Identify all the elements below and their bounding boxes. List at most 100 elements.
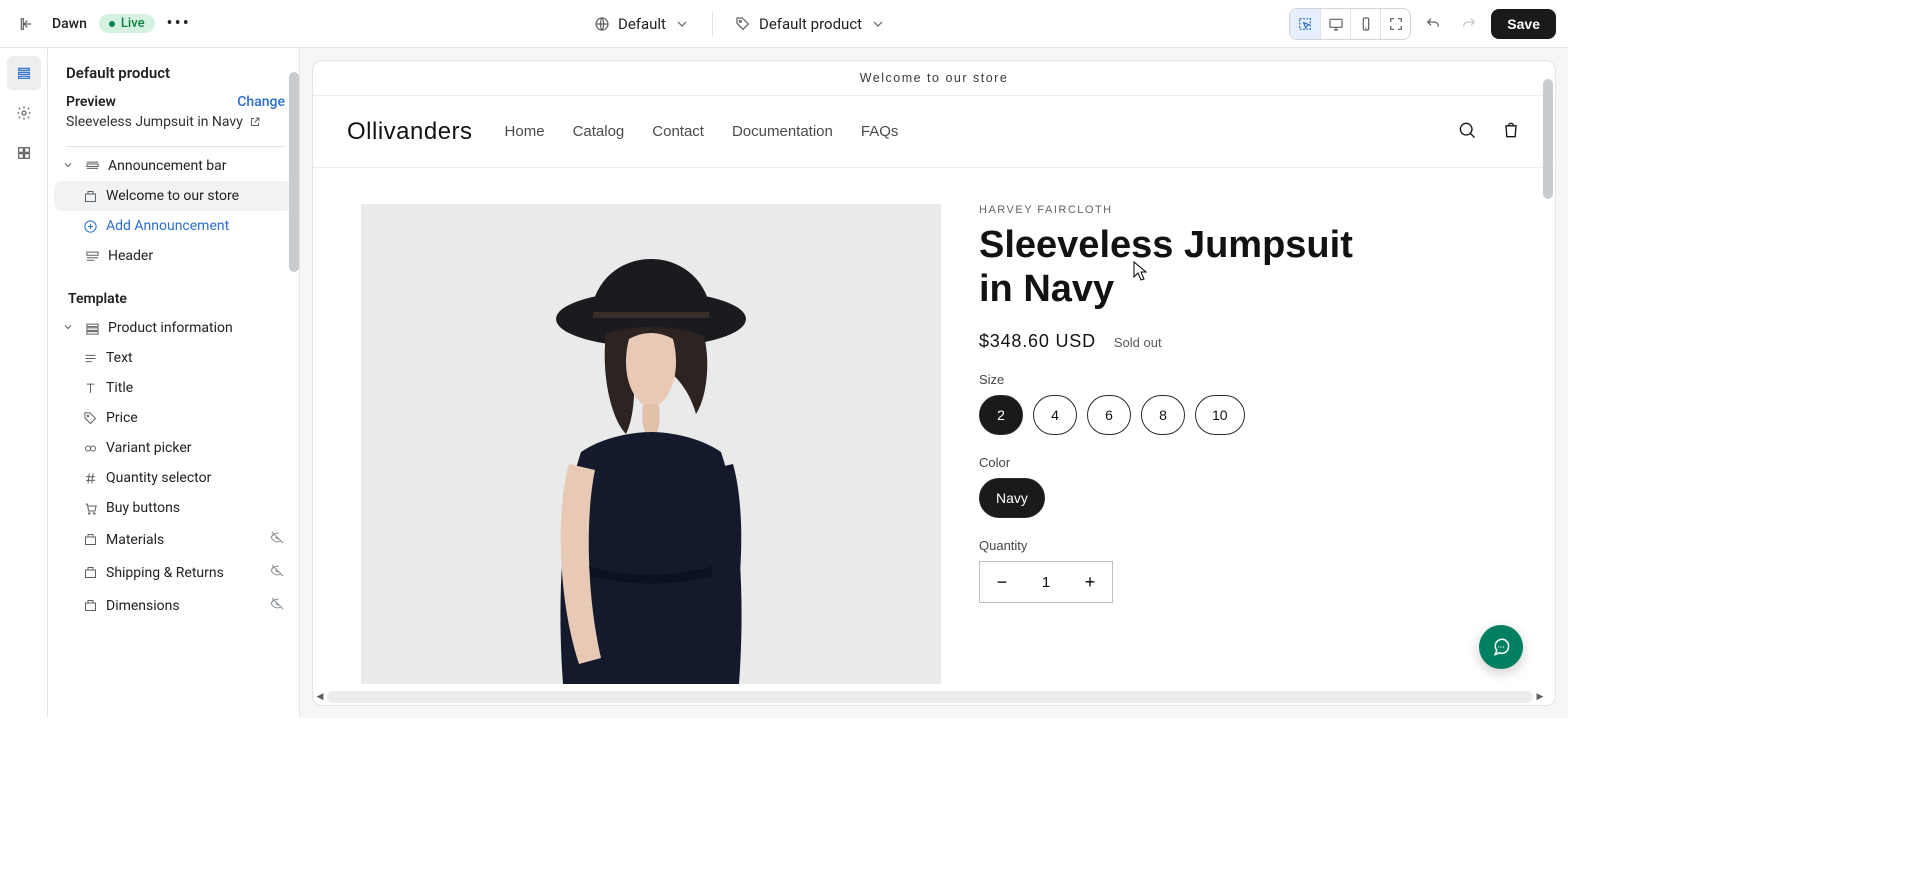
scrollbar-thumb[interactable] [1543,79,1553,199]
chevron-down-icon [870,16,886,32]
exit-icon[interactable] [12,10,40,38]
size-option-4[interactable]: 4 [1033,395,1077,435]
quantity-decrement[interactable]: − [980,562,1024,602]
locale-picker[interactable]: Default [588,11,696,37]
block-materials[interactable]: Materials [54,523,293,556]
preview-product-name: Sleeveless Jumpsuit in Navy [66,114,243,130]
block-variant-picker[interactable]: Variant picker [54,433,293,463]
section-icon [84,158,100,174]
template-group-label: Template [48,281,299,313]
quantity-label: Quantity [979,538,1359,553]
block-label: Shipping & Returns [106,565,224,581]
left-rail [0,48,48,718]
section-label: Announcement bar [108,158,227,174]
chat-fab[interactable] [1479,625,1523,669]
preview-frame: Welcome to our store Ollivanders Home Ca… [312,60,1556,706]
mobile-icon[interactable] [1350,9,1380,39]
section-tree: Announcement bar Welcome to our store Ad… [48,151,299,281]
scrollbar-track[interactable] [327,691,1533,703]
nav-faqs[interactable]: FAQs [861,123,899,140]
theme-name: Dawn [52,16,87,32]
size-label: Size [979,372,1359,387]
color-option-navy[interactable]: Navy [979,478,1045,518]
block-label: Text [106,350,133,366]
size-option-6[interactable]: 6 [1087,395,1131,435]
price-icon [82,410,98,426]
cart-icon[interactable] [1501,120,1521,143]
product-title: Sleeveless Jumpsuit in Navy [979,224,1359,311]
scroll-left-icon[interactable]: ◀ [315,691,325,703]
sections-tab-icon[interactable] [7,56,41,90]
product-section: HARVEY FAIRCLOTH Sleeveless Jumpsuit in … [313,168,1555,684]
app-embeds-icon[interactable] [7,136,41,170]
hash-icon [82,470,98,486]
store-header: Ollivanders Home Catalog Contact Documen… [313,96,1555,168]
search-icon[interactable] [1457,120,1477,143]
chevron-down-icon [62,321,76,335]
undo-icon[interactable] [1419,10,1447,38]
block-price[interactable]: Price [54,403,293,433]
template-tree: Product information Text Title Price Var… [48,313,299,632]
fullscreen-icon[interactable] [1380,9,1410,39]
add-label: Add Announcement [106,218,229,234]
nav-home[interactable]: Home [505,123,545,140]
quantity-increment[interactable]: + [1068,562,1112,602]
color-options: Navy [979,478,1359,518]
block-label: Buy buttons [106,500,180,516]
divider [712,12,713,36]
block-buy-buttons[interactable]: Buy buttons [54,493,293,523]
add-announcement-button[interactable]: Add Announcement [54,211,293,241]
section-announcement-bar[interactable]: Announcement bar [54,151,293,181]
nav-documentation[interactable]: Documentation [732,123,833,140]
size-option-2[interactable]: 2 [979,395,1023,435]
cart-icon [82,500,98,516]
plus-circle-icon [82,218,98,234]
theme-settings-icon[interactable] [7,96,41,130]
variant-icon [82,440,98,456]
resource-picker[interactable]: Default product [729,11,892,37]
block-label: Title [106,380,133,396]
block-label: Variant picker [106,440,191,456]
save-button[interactable]: Save [1491,9,1556,39]
redo-icon[interactable] [1455,10,1483,38]
header-icon [84,248,100,264]
block-text[interactable]: Text [54,343,293,373]
viewport-switcher [1289,8,1411,40]
section-label: Product information [108,320,233,336]
block-title[interactable]: Title [54,373,293,403]
size-option-10[interactable]: 10 [1195,395,1245,435]
change-preview-link[interactable]: Change [237,94,285,110]
more-actions-icon[interactable]: ••• [167,13,191,34]
main-nav: Home Catalog Contact Documentation FAQs [505,123,899,140]
nav-contact[interactable]: Contact [652,123,704,140]
product-price: $348.60 USD [979,331,1096,352]
scroll-right-icon[interactable]: ▶ [1535,691,1545,703]
nav-catalog[interactable]: Catalog [573,123,625,140]
block-quantity-selector[interactable]: Quantity selector [54,463,293,493]
store-brand[interactable]: Ollivanders [347,118,473,146]
editor-main: Default product Preview Change Sleeveles… [0,48,1568,718]
size-option-8[interactable]: 8 [1141,395,1185,435]
section-header[interactable]: Header [54,241,293,271]
announcement-bar[interactable]: Welcome to our store [313,61,1555,96]
quantity-selector: − 1 + [979,561,1113,603]
scrollbar-thumb[interactable] [289,72,299,272]
preview-pane: Welcome to our store Ollivanders Home Ca… [300,48,1568,718]
storefront: Welcome to our store Ollivanders Home Ca… [313,61,1555,705]
hidden-icon [270,530,285,549]
inspector-icon[interactable] [1290,9,1320,39]
desktop-icon[interactable] [1320,9,1350,39]
section-product-information[interactable]: Product information [54,313,293,343]
spacer [62,249,76,263]
section-sidebar: Default product Preview Change Sleeveles… [48,48,300,718]
preview-heading: Preview [66,94,116,110]
product-gallery[interactable] [361,204,941,684]
chevron-down-icon [674,16,690,32]
product-details: HARVEY FAIRCLOTH Sleeveless Jumpsuit in … [979,204,1359,684]
block-announcement-welcome[interactable]: Welcome to our store [54,181,293,211]
size-options: 2 4 6 8 10 [979,395,1359,435]
block-label: Price [106,410,138,426]
preview-product-link[interactable]: Sleeveless Jumpsuit in Navy [66,114,285,147]
block-shipping-returns[interactable]: Shipping & Returns [54,556,293,589]
block-dimensions[interactable]: Dimensions [54,589,293,622]
